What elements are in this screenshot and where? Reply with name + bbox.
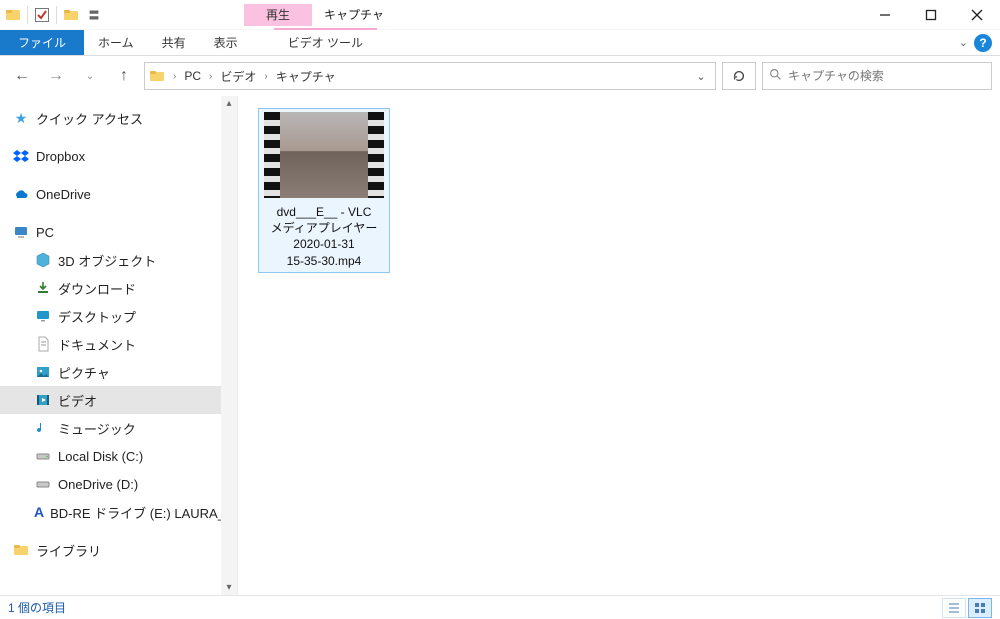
music-icon bbox=[34, 419, 52, 437]
tab-home[interactable]: ホーム bbox=[84, 30, 148, 55]
label: ドキュメント bbox=[58, 335, 136, 354]
back-button[interactable]: ← bbox=[8, 62, 36, 90]
status-bar: 1 個の項目 bbox=[0, 595, 1000, 619]
app-icon bbox=[0, 0, 26, 30]
sidebar-item-desktop[interactable]: デスクトップ bbox=[0, 302, 237, 330]
label: Dropbox bbox=[36, 149, 85, 164]
label: OneDrive (D:) bbox=[58, 477, 138, 492]
sidebar-item-pictures[interactable]: ピクチャ bbox=[0, 358, 237, 386]
document-icon bbox=[34, 335, 52, 353]
window-controls bbox=[862, 0, 1000, 30]
body: ★ クイック アクセス Dropbox OneDrive PC 3D オブジェク… bbox=[0, 96, 1000, 595]
breadcrumb-captures[interactable]: キャプチャ bbox=[274, 68, 338, 85]
window-title: キャプチャ bbox=[312, 6, 384, 23]
item-count-label: 1 個の項目 bbox=[8, 599, 66, 616]
video-icon bbox=[34, 391, 52, 409]
label: PC bbox=[36, 225, 54, 240]
minimize-button[interactable] bbox=[862, 0, 908, 30]
label: クイック アクセス bbox=[36, 109, 143, 128]
contextual-tab-label: 再生 bbox=[244, 4, 312, 26]
maximize-button[interactable] bbox=[908, 0, 954, 30]
label: デスクトップ bbox=[58, 307, 136, 326]
qat-customize-dropdown[interactable]: 〓 bbox=[84, 7, 104, 23]
file-list-pane[interactable]: dvd___E__ - VLC メディアプレイヤー 2020-01-31 15-… bbox=[238, 96, 1000, 595]
picture-icon bbox=[34, 363, 52, 381]
tab-video-tools[interactable]: ビデオ ツール bbox=[274, 28, 377, 55]
dropbox-icon bbox=[12, 147, 30, 165]
help-button[interactable]: ? bbox=[974, 34, 992, 52]
close-button[interactable] bbox=[954, 0, 1000, 30]
address-dropdown-icon[interactable]: ⌄ bbox=[689, 63, 713, 89]
desktop-icon bbox=[34, 307, 52, 325]
sidebar-item-videos[interactable]: ビデオ bbox=[0, 386, 237, 414]
sidebar-item-quick-access[interactable]: ★ クイック アクセス bbox=[0, 104, 237, 132]
breadcrumb-videos[interactable]: ビデオ bbox=[218, 68, 258, 85]
label: ビデオ bbox=[58, 391, 97, 410]
cube-icon bbox=[34, 251, 52, 269]
chevron-right-icon[interactable]: › bbox=[258, 71, 273, 82]
details-view-button[interactable] bbox=[942, 598, 966, 618]
sidebar-item-libraries[interactable]: ライブラリ bbox=[0, 536, 237, 564]
properties-checkbox-icon[interactable] bbox=[29, 0, 55, 30]
file-item[interactable]: dvd___E__ - VLC メディアプレイヤー 2020-01-31 15-… bbox=[258, 108, 390, 273]
recent-locations-dropdown[interactable]: ⌄ bbox=[76, 62, 104, 90]
chevron-right-icon[interactable]: › bbox=[167, 71, 182, 82]
file-tab[interactable]: ファイル bbox=[0, 30, 84, 55]
label: ミュージック bbox=[58, 419, 136, 438]
search-box[interactable] bbox=[762, 62, 992, 90]
sidebar-item-onedrive[interactable]: OneDrive bbox=[0, 180, 237, 208]
sidebar-item-local-disk-c[interactable]: Local Disk (C:) bbox=[0, 442, 237, 470]
navigation-pane: ★ クイック アクセス Dropbox OneDrive PC 3D オブジェク… bbox=[0, 96, 238, 595]
tab-view[interactable]: 表示 bbox=[200, 30, 252, 55]
up-button[interactable]: ↑ bbox=[110, 62, 138, 90]
download-icon bbox=[34, 279, 52, 297]
sidebar-scrollbar[interactable]: ▴ ▾ bbox=[221, 96, 237, 595]
title-bar: 〓 再生 キャプチャ bbox=[0, 0, 1000, 30]
library-icon bbox=[12, 541, 30, 559]
sidebar-item-pc[interactable]: PC bbox=[0, 218, 237, 246]
sidebar-item-documents[interactable]: ドキュメント bbox=[0, 330, 237, 358]
ribbon-expand-chevron-icon[interactable]: ⌄ bbox=[959, 36, 968, 49]
star-icon: ★ bbox=[12, 109, 30, 127]
label: OneDrive bbox=[36, 187, 91, 202]
label: 3D オブジェクト bbox=[58, 251, 156, 270]
sidebar-item-3d-objects[interactable]: 3D オブジェクト bbox=[0, 246, 237, 274]
quick-access-toolbar: 〓 bbox=[0, 0, 104, 29]
label: Local Disk (C:) bbox=[58, 449, 143, 464]
navigation-row: ← → ⌄ ↑ › PC › ビデオ › キャプチャ ⌄ bbox=[0, 56, 1000, 96]
drive-icon bbox=[34, 475, 52, 493]
file-name: dvd___E__ - VLC メディアプレイヤー 2020-01-31 15-… bbox=[262, 204, 386, 269]
folder-tree: ★ クイック アクセス Dropbox OneDrive PC 3D オブジェク… bbox=[0, 96, 237, 564]
forward-button[interactable]: → bbox=[42, 62, 70, 90]
ribbon-tabs: ファイル ホーム 共有 表示 ビデオ ツール ⌄ ? bbox=[0, 30, 1000, 56]
video-thumbnail bbox=[264, 112, 384, 198]
search-icon bbox=[769, 68, 782, 84]
tab-share[interactable]: 共有 bbox=[148, 30, 200, 55]
drive-icon bbox=[34, 447, 52, 465]
scroll-down-icon[interactable]: ▾ bbox=[226, 582, 231, 593]
search-input[interactable] bbox=[788, 69, 985, 83]
chevron-right-icon[interactable]: › bbox=[203, 71, 218, 82]
sidebar-item-onedrive-d[interactable]: OneDrive (D:) bbox=[0, 470, 237, 498]
label: ダウンロード bbox=[58, 279, 136, 298]
label: BD-RE ドライブ (E:) LAURA_RE bbox=[50, 503, 238, 522]
thumbnails-view-button[interactable] bbox=[968, 598, 992, 618]
folder-icon bbox=[147, 66, 167, 86]
breadcrumb-pc[interactable]: PC bbox=[182, 69, 203, 83]
sidebar-item-downloads[interactable]: ダウンロード bbox=[0, 274, 237, 302]
label: ピクチャ bbox=[58, 363, 110, 382]
address-bar[interactable]: › PC › ビデオ › キャプチャ ⌄ bbox=[144, 62, 716, 90]
sidebar-item-dropbox[interactable]: Dropbox bbox=[0, 142, 237, 170]
sidebar-item-bdre-drive[interactable]: A BD-RE ドライブ (E:) LAURA_RE bbox=[0, 498, 237, 526]
separator bbox=[27, 6, 28, 24]
disc-icon: A bbox=[34, 503, 44, 521]
label: ライブラリ bbox=[36, 541, 101, 560]
pc-icon bbox=[12, 223, 30, 241]
refresh-button[interactable] bbox=[722, 62, 756, 90]
sidebar-item-music[interactable]: ミュージック bbox=[0, 414, 237, 442]
scroll-up-icon[interactable]: ▴ bbox=[226, 98, 231, 109]
cloud-icon bbox=[12, 185, 30, 203]
separator bbox=[56, 6, 57, 24]
folder-icon[interactable] bbox=[58, 0, 84, 30]
